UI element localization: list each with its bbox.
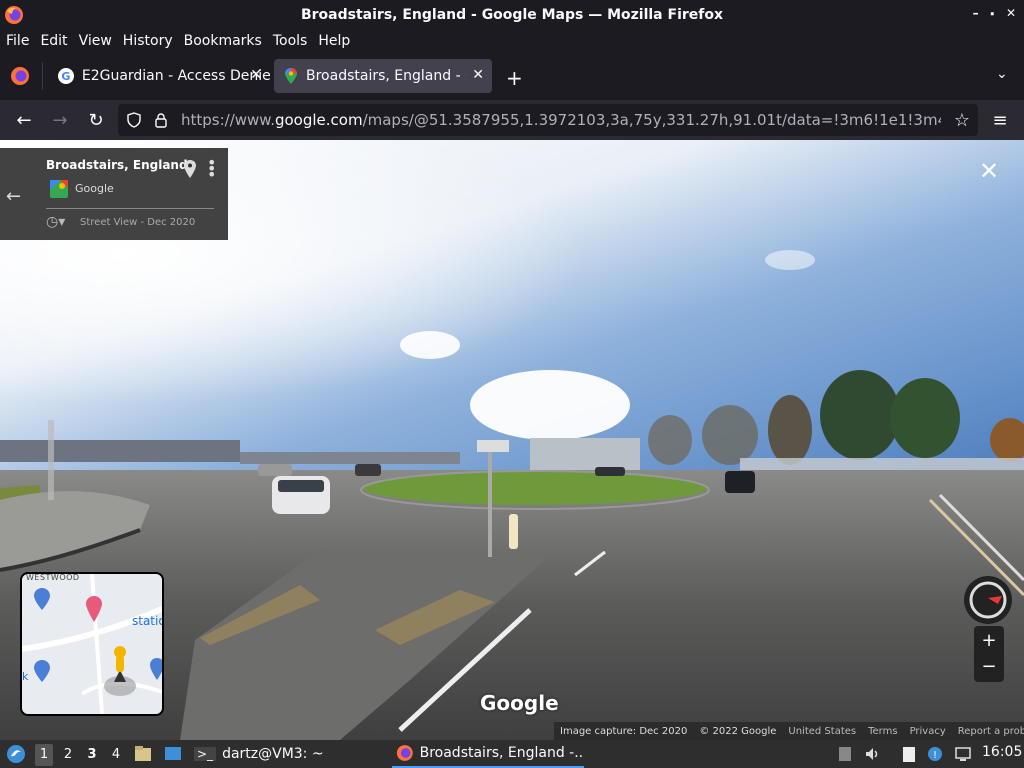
divider [46,208,214,209]
image-capture-label: Image capture: Dec 2020 [560,725,688,737]
url-prefix: https://www. [181,111,275,129]
notification-icon[interactable]: ! [926,745,944,763]
file-manager-icon[interactable] [134,745,152,763]
terminal-label: dartz@VM3: ~ [222,746,324,762]
window-titlebar: Broadstairs, England - Google Maps — Moz… [0,0,1024,30]
close-window-icon[interactable]: ✕ [1006,6,1016,21]
url-text[interactable]: https://www.google.com/maps/@51.3587955,… [181,111,941,129]
minimize-icon[interactable]: – [973,6,979,21]
minimap-poi-icon[interactable] [150,658,164,680]
menu-bar: File Edit View History Bookmarks Tools H… [0,30,1024,52]
forward-icon[interactable]: → [48,108,72,132]
tab-separator [42,62,43,90]
streetview-viewport[interactable]: ← Broadstairs, England Google • • • ◷▾ Str… [0,140,1024,740]
os-taskbar: 1 2 3 4 >_ dartz@VM3: ~ Broadstairs, Eng… [0,740,1024,768]
minimap-poi-icon[interactable] [34,588,50,610]
menu-tools[interactable]: Tools [273,33,308,49]
time-travel-icon[interactable]: ◷▾ [46,214,65,230]
navigation-bar: ← → ↻ https://www.google.com/maps/@51.35… [0,100,1024,140]
url-domain: google.com [274,111,363,129]
report-problem-link[interactable]: Report a problem [958,726,1024,737]
tab-google-maps[interactable]: Broadstairs, England - Google Maps ✕ [274,59,492,93]
close-streetview-icon[interactable]: ✕ [978,159,1000,183]
capture-date-label: Street View - Dec 2020 [80,217,196,228]
network-icon[interactable] [954,745,972,763]
maps-pin-favicon-icon [285,68,297,84]
taskbar-clock: 16:05 [982,744,1023,760]
url-bar[interactable]: https://www.google.com/maps/@51.3587955,… [118,104,978,136]
menu-history[interactable]: History [123,33,173,49]
map-footer: Image capture: Dec 2020 © 2022 Google Un… [554,722,1024,740]
back-icon[interactable]: ← [12,108,36,132]
location-pin-icon[interactable] [184,160,196,178]
menu-file[interactable]: File [6,33,29,49]
minimap-label-k: k [22,670,29,683]
clipboard-icon[interactable] [900,745,918,763]
google-maps-logo-icon [50,180,68,198]
back-arrow-icon[interactable]: ← [6,186,21,207]
workspace-1[interactable]: 1 [35,744,53,766]
firefox-icon [396,745,413,761]
zoom-out-icon[interactable]: − [974,654,1004,680]
firefox-view-icon[interactable] [10,66,30,86]
window-controls: – ⬝ ✕ [973,6,1016,21]
url-path: /maps/@51.3587955,1.3972103,3a,75y,331.2… [362,111,941,129]
menu-edit[interactable]: Edit [40,33,67,49]
menu-view[interactable]: View [79,33,112,49]
terminal-icon: >_ [194,747,217,761]
workspace-3[interactable]: 3 [83,744,101,766]
volume-icon[interactable] [864,745,882,763]
firefox-window-label: Broadstairs, England -... [419,745,584,761]
minimap-label-area: WESTWOOD [26,573,80,582]
zoom-control: + − [974,626,1004,682]
menu-bookmarks[interactable]: Bookmarks [184,33,262,49]
list-all-tabs-icon[interactable]: ⌄ [996,66,1008,82]
workspace-4[interactable]: 4 [107,744,125,766]
lock-icon[interactable] [154,112,168,128]
terms-link[interactable]: Terms [868,726,897,737]
compass-icon[interactable] [964,576,1012,624]
shield-icon[interactable] [126,112,142,128]
menu-help[interactable]: Help [318,33,350,49]
close-tab-icon[interactable]: ✕ [250,67,262,83]
app-menu-icon[interactable]: ≡ [988,108,1012,132]
new-tab-icon[interactable]: + [506,66,523,90]
maximize-icon[interactable]: ⬝ [991,6,994,21]
taskbar-firefox-window[interactable]: Broadstairs, England -... [392,740,584,768]
reload-icon[interactable]: ↻ [84,108,108,132]
updates-icon[interactable] [836,745,854,763]
start-menu-icon[interactable] [6,744,26,764]
taskbar-terminal[interactable]: >_ dartz@VM3: ~ [194,744,324,764]
mini-map[interactable]: WESTWOOD statio k [20,572,164,716]
close-tab-icon[interactable]: ✕ [472,67,484,83]
workspace-2[interactable]: 2 [59,744,77,766]
desktop-icon[interactable] [164,745,182,763]
tab-title: Broadstairs, England - Google Maps [306,68,466,84]
bookmark-star-icon[interactable]: ☆ [950,108,974,132]
hotel-pin-icon[interactable] [86,596,102,622]
svg-text:!: ! [933,750,937,761]
tab-bar: G E2Guardian - Access Denied ✕ Broadstai… [0,52,1024,100]
place-name[interactable]: Broadstairs, England [46,158,188,172]
copyright-label: © 2022 Google [699,725,777,737]
country-link[interactable]: United States [788,726,856,737]
firefox-logo-icon [5,6,23,24]
minimap-poi-icon[interactable] [34,660,50,682]
provider-label: Google [75,182,114,195]
more-options-icon[interactable]: • • • [207,155,216,183]
google-favicon-icon: G [58,68,74,84]
zoom-in-icon[interactable]: + [974,628,1004,654]
tab-e2guardian[interactable]: G E2Guardian - Access Denied ✕ [48,59,270,93]
google-watermark: Google [480,691,559,715]
window-title: Broadstairs, England - Google Maps — Moz… [300,7,724,23]
tab-title: E2Guardian - Access Denied [81,68,270,84]
pegman-icon[interactable] [110,642,130,682]
place-info-card: ← Broadstairs, England Google • • • ◷▾ Str… [0,148,228,240]
minimap-label-station: statio [132,614,164,628]
privacy-link[interactable]: Privacy [910,726,946,737]
